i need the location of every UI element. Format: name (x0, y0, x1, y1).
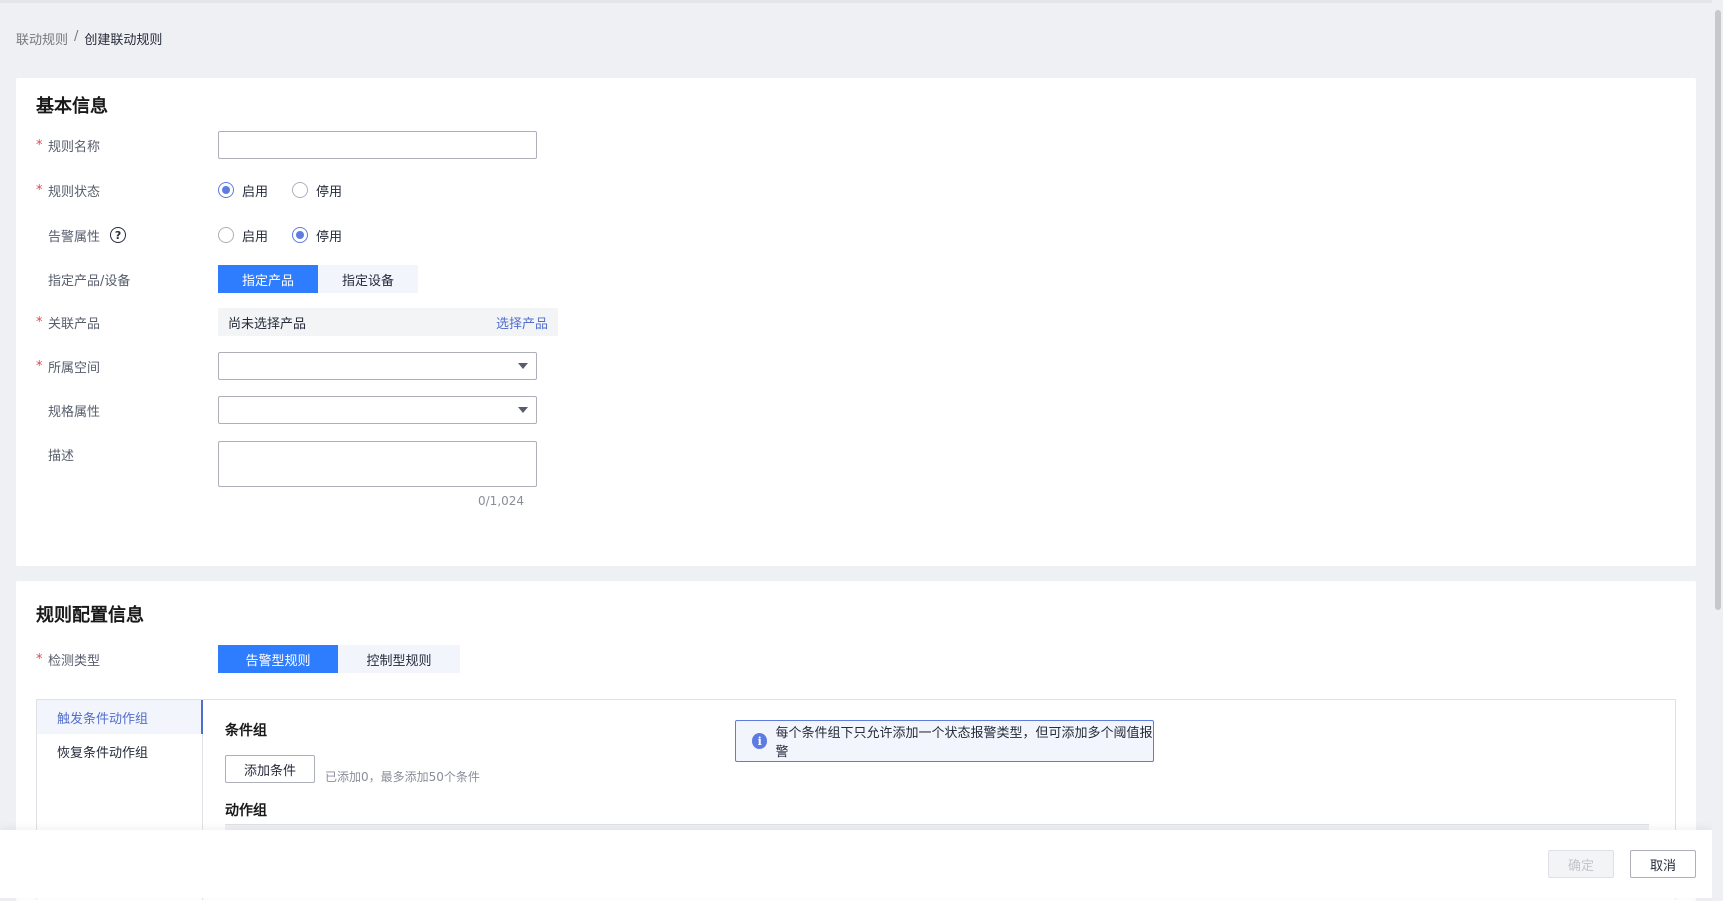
scrollbar-thumb[interactable] (1715, 10, 1721, 610)
space-label: * 所属空间 (36, 358, 101, 376)
required-mark: * (36, 137, 43, 153)
add-condition-button[interactable]: 添加条件 (225, 755, 315, 783)
basic-info-title: 基本信息 (36, 96, 108, 117)
info-icon: i (752, 733, 768, 749)
target-label: 指定产品/设备 (48, 273, 131, 289)
rule-status-label: * 规则状态 (36, 182, 101, 200)
target-segmented: 指定产品 指定设备 (218, 265, 418, 293)
radio-checked-icon (292, 227, 309, 243)
breadcrumb-parent[interactable]: 联动规则 (16, 29, 68, 48)
required-mark: * (36, 651, 43, 667)
basic-info-card: 基本信息 * 规则名称 * 规则状态 启用 停用 告警属性 ? 启用 停用 指定… (16, 78, 1696, 566)
add-condition-hint: 已添加0，最多添加50个条件 (325, 770, 480, 784)
desc-row: 描述 (36, 441, 537, 489)
breadcrumb-current: 创建联动规则 (84, 33, 163, 48)
breadcrumb: 联动规则 / 创建联动规则 (16, 29, 162, 48)
rule-name-input[interactable] (218, 131, 537, 159)
space-row: * 所属空间 (36, 352, 537, 380)
condition-group-title: 条件组 (225, 723, 267, 739)
rule-name-row: * 规则名称 (36, 131, 537, 159)
product-row: * 关联产品 尚未选择产品 选择产品 (36, 308, 558, 336)
rule-status-disable-radio[interactable]: 停用 (292, 181, 342, 200)
action-group-title: 动作组 (225, 803, 267, 819)
spec-select[interactable] (218, 396, 537, 424)
alarm-attr-row: 告警属性 ? 启用 停用 (36, 221, 342, 249)
confirm-button[interactable]: 确定 (1548, 850, 1614, 878)
target-row: 指定产品/设备 指定产品 指定设备 (36, 265, 418, 293)
notice-text: 每个条件组下只允许添加一个状态报警类型，但可添加多个阈值报警 (775, 726, 1153, 760)
help-icon[interactable]: ? (110, 227, 127, 243)
scrollbar[interactable] (1712, 0, 1723, 898)
tab-recovery-group[interactable]: 恢复条件动作组 (37, 734, 202, 768)
rule-name-label: * 规则名称 (36, 137, 101, 155)
target-product-button[interactable]: 指定产品 (218, 265, 318, 293)
select-product-link[interactable]: 选择产品 (496, 313, 548, 332)
top-border (0, 0, 1723, 3)
caret-down-icon (518, 407, 528, 413)
product-value: 尚未选择产品 (228, 316, 307, 332)
required-mark: * (36, 358, 43, 374)
tab-trigger-group[interactable]: 触发条件动作组 (37, 700, 203, 734)
control-rule-button[interactable]: 控制型规则 (338, 645, 460, 673)
rule-status-row: * 规则状态 启用 停用 (36, 176, 342, 204)
rule-status-radio-group: 启用 停用 (218, 181, 342, 200)
radio-unchecked-icon (292, 182, 309, 198)
desc-counter: 0/1,024 (478, 494, 525, 508)
breadcrumb-separator: / (74, 29, 79, 44)
alarm-attr-enable-radio[interactable]: 启用 (218, 226, 268, 245)
notice-banner: i 每个条件组下只允许添加一个状态报警类型，但可添加多个阈值报警 (735, 720, 1154, 762)
footer-bar: 确定 取消 (0, 830, 1712, 898)
desc-label: 描述 (48, 449, 75, 464)
alarm-rule-button[interactable]: 告警型规则 (218, 645, 338, 673)
space-select[interactable] (218, 352, 537, 380)
product-selector: 尚未选择产品 选择产品 (218, 308, 558, 336)
product-label: * 关联产品 (36, 314, 101, 332)
desc-textarea[interactable] (218, 441, 537, 487)
detect-type-row: * 检测类型 告警型规则 控制型规则 (36, 645, 460, 673)
caret-down-icon (518, 363, 528, 369)
cancel-button[interactable]: 取消 (1630, 850, 1696, 878)
page: 联动规则 / 创建联动规则 基本信息 * 规则名称 * 规则状态 启用 停用 告… (0, 0, 1723, 901)
spec-row: 规格属性 (36, 396, 537, 424)
detect-type-label: * 检测类型 (36, 651, 101, 669)
required-mark: * (36, 314, 43, 330)
alarm-attr-label: 告警属性 ? (36, 226, 218, 245)
rule-status-enable-radio[interactable]: 启用 (218, 181, 268, 200)
target-device-button[interactable]: 指定设备 (318, 265, 418, 293)
rule-config-title: 规则配置信息 (36, 605, 144, 626)
alarm-attr-disable-radio[interactable]: 停用 (292, 226, 342, 245)
radio-checked-icon (218, 182, 234, 198)
spec-label: 规格属性 (48, 404, 101, 420)
detect-type-segmented: 告警型规则 控制型规则 (218, 645, 460, 673)
radio-unchecked-icon (218, 227, 234, 243)
required-mark: * (36, 182, 43, 198)
alarm-attr-radio-group: 启用 停用 (218, 226, 342, 245)
